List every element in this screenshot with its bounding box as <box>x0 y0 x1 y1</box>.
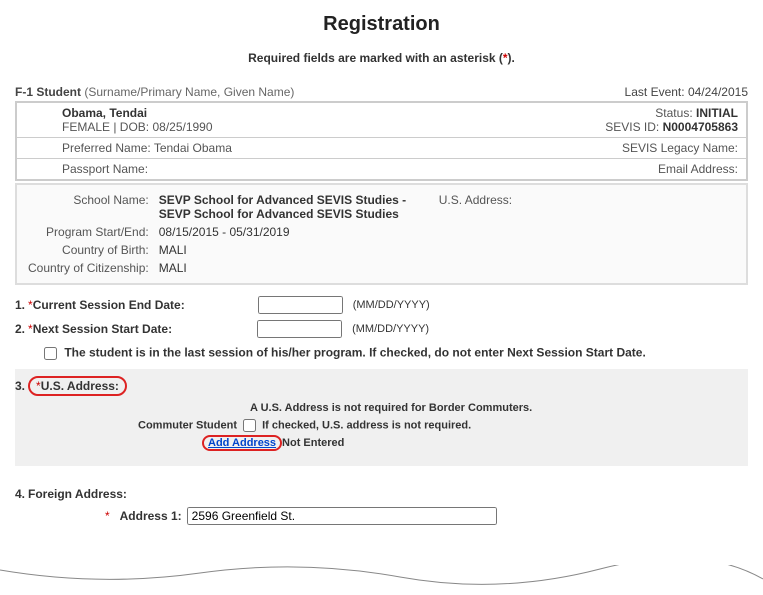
page-title: Registration <box>15 13 748 36</box>
q1-number: 1. <box>15 298 25 312</box>
current-session-end-input[interactable] <box>258 296 343 314</box>
preferred-name: Tendai Obama <box>154 141 232 155</box>
commuter-note: If checked, U.S. address is not required… <box>262 419 471 431</box>
student-gender-dob: FEMALE | DOB: 08/25/1990 <box>62 120 213 134</box>
school-info-box: School Name: SEVP School for Advanced SE… <box>15 183 748 285</box>
q1-label: Current Session End Date: <box>33 298 185 312</box>
program-dates: 08/15/2015 - 05/31/2019 <box>154 223 434 241</box>
country-of-birth: MALI <box>154 241 434 259</box>
q2-label: Next Session Start Date: <box>33 322 172 336</box>
student-status: INITIAL <box>696 106 738 120</box>
last-event: Last Event: 04/24/2015 <box>625 85 748 99</box>
next-session-start-input[interactable] <box>257 320 342 338</box>
commuter-student-checkbox[interactable] <box>243 419 256 432</box>
not-entered-text: Not Entered <box>282 437 344 449</box>
student-info-box: Obama, Tendai FEMALE | DOB: 08/25/1990 S… <box>15 101 748 181</box>
country-of-citizenship: MALI <box>154 259 434 277</box>
date-format-hint-1: (MM/DD/YYYY) <box>353 299 430 311</box>
legacy-name-label: SEVIS Legacy Name: <box>418 138 746 159</box>
us-address-label-circled: *U.S. Address: <box>28 376 127 396</box>
required-fields-note: Required fields are marked with an aster… <box>15 51 748 65</box>
visa-type-heading: F-1 Student (Surname/Primary Name, Given… <box>15 85 294 99</box>
sevis-id: N0004705863 <box>663 120 738 134</box>
border-commuter-note: A U.S. Address is not required for Borde… <box>250 399 748 414</box>
student-name: Obama, Tendai <box>62 106 147 120</box>
email-label: Email Address: <box>418 159 746 180</box>
commuter-student-label: Commuter Student <box>138 419 237 431</box>
q3-number: 3. <box>15 379 25 393</box>
q4-label: Foreign Address: <box>28 487 127 501</box>
address1-label: Address 1: <box>110 509 182 523</box>
last-session-text: The student is in the last session of hi… <box>64 346 645 360</box>
us-address-label-top: U.S. Address: <box>434 191 707 223</box>
add-address-link[interactable]: Add Address <box>208 437 276 449</box>
address1-input[interactable] <box>187 507 497 525</box>
torn-edge-decoration <box>0 565 763 595</box>
q2-number: 2. <box>15 322 25 336</box>
last-session-checkbox[interactable] <box>44 347 57 360</box>
date-format-hint-2: (MM/DD/YYYY) <box>352 323 429 335</box>
passport-name-label: Passport Name: <box>17 159 418 180</box>
q4-number: 4. <box>15 487 25 501</box>
school-name: SEVP School for Advanced SEVIS Studies -… <box>154 191 434 223</box>
